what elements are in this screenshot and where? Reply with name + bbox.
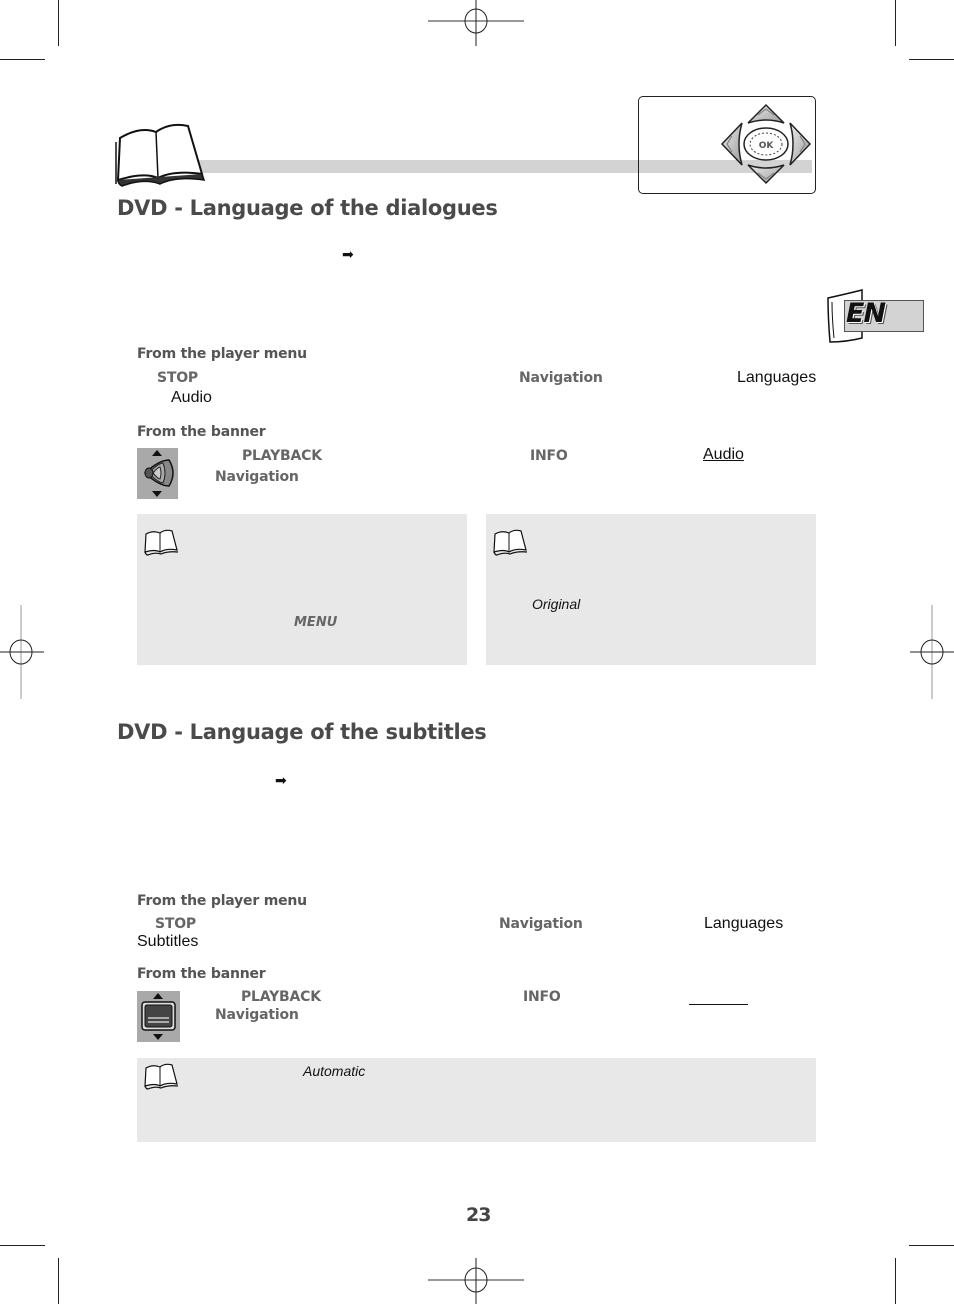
info-key: INFO <box>530 448 568 464</box>
automatic-option: Automatic <box>303 1063 366 1079</box>
from-player-menu-heading: From the player menu <box>137 346 307 362</box>
from-banner-heading: From the banner <box>137 424 266 440</box>
crop-mark <box>895 1258 896 1304</box>
audio-speaker-icon <box>143 450 174 497</box>
stop-key: STOP <box>157 370 198 386</box>
original-option: Original <box>532 596 581 612</box>
registration-mark-bottom <box>428 1258 524 1304</box>
right-arrow-icon: ➡ <box>342 247 354 263</box>
navigation-key: Navigation <box>519 370 603 386</box>
audio-icon-box <box>137 448 178 499</box>
from-player-menu-heading: From the player menu <box>137 893 307 909</box>
crop-mark <box>0 59 45 60</box>
registration-mark-left <box>0 605 44 699</box>
open-book-icon <box>115 123 206 187</box>
note-box <box>137 514 467 665</box>
open-book-icon <box>493 529 528 556</box>
languages-menu-item: Languages <box>704 915 784 932</box>
navigation-key: Navigation <box>215 469 299 485</box>
subtitles-screen-icon <box>141 993 176 1040</box>
navigation-key: Navigation <box>499 916 583 932</box>
navigation-key: Navigation <box>215 1007 299 1023</box>
section-title: DVD - Language of the dialogues <box>117 196 498 220</box>
subtitles-icon-box <box>137 991 180 1042</box>
open-book-icon <box>144 1063 179 1090</box>
crop-mark <box>58 0 59 46</box>
ok-label: OK <box>759 141 775 151</box>
from-banner-heading: From the banner <box>137 966 266 982</box>
playback-key: PLAYBACK <box>242 448 322 464</box>
registration-mark-top <box>428 0 524 46</box>
right-arrow-icon: ➡ <box>275 773 287 789</box>
audio-banner-item: Audio <box>703 446 744 463</box>
note-box <box>137 1058 816 1142</box>
crop-mark <box>909 59 954 60</box>
page-number: 23 <box>466 1204 491 1226</box>
open-book-icon <box>144 529 179 556</box>
registration-mark-right <box>910 605 954 699</box>
languages-menu-item: Languages <box>737 369 817 386</box>
banner-item-underline <box>689 1004 748 1005</box>
crop-mark <box>909 1245 954 1246</box>
note-box <box>486 514 816 665</box>
stop-key: STOP <box>155 916 196 932</box>
dpad-ok-icon: OK <box>720 103 812 185</box>
playback-key: PLAYBACK <box>241 989 321 1005</box>
section-title: DVD - Language of the subtitles <box>117 720 487 744</box>
audio-menu-item: Audio <box>171 389 212 406</box>
subtitles-menu-item: Subtitles <box>137 933 199 950</box>
menu-key: MENU <box>294 615 338 630</box>
crop-mark <box>0 1245 45 1246</box>
info-key: INFO <box>523 989 561 1005</box>
language-code: EN <box>846 298 886 329</box>
crop-mark <box>58 1258 59 1304</box>
crop-mark <box>895 0 896 46</box>
